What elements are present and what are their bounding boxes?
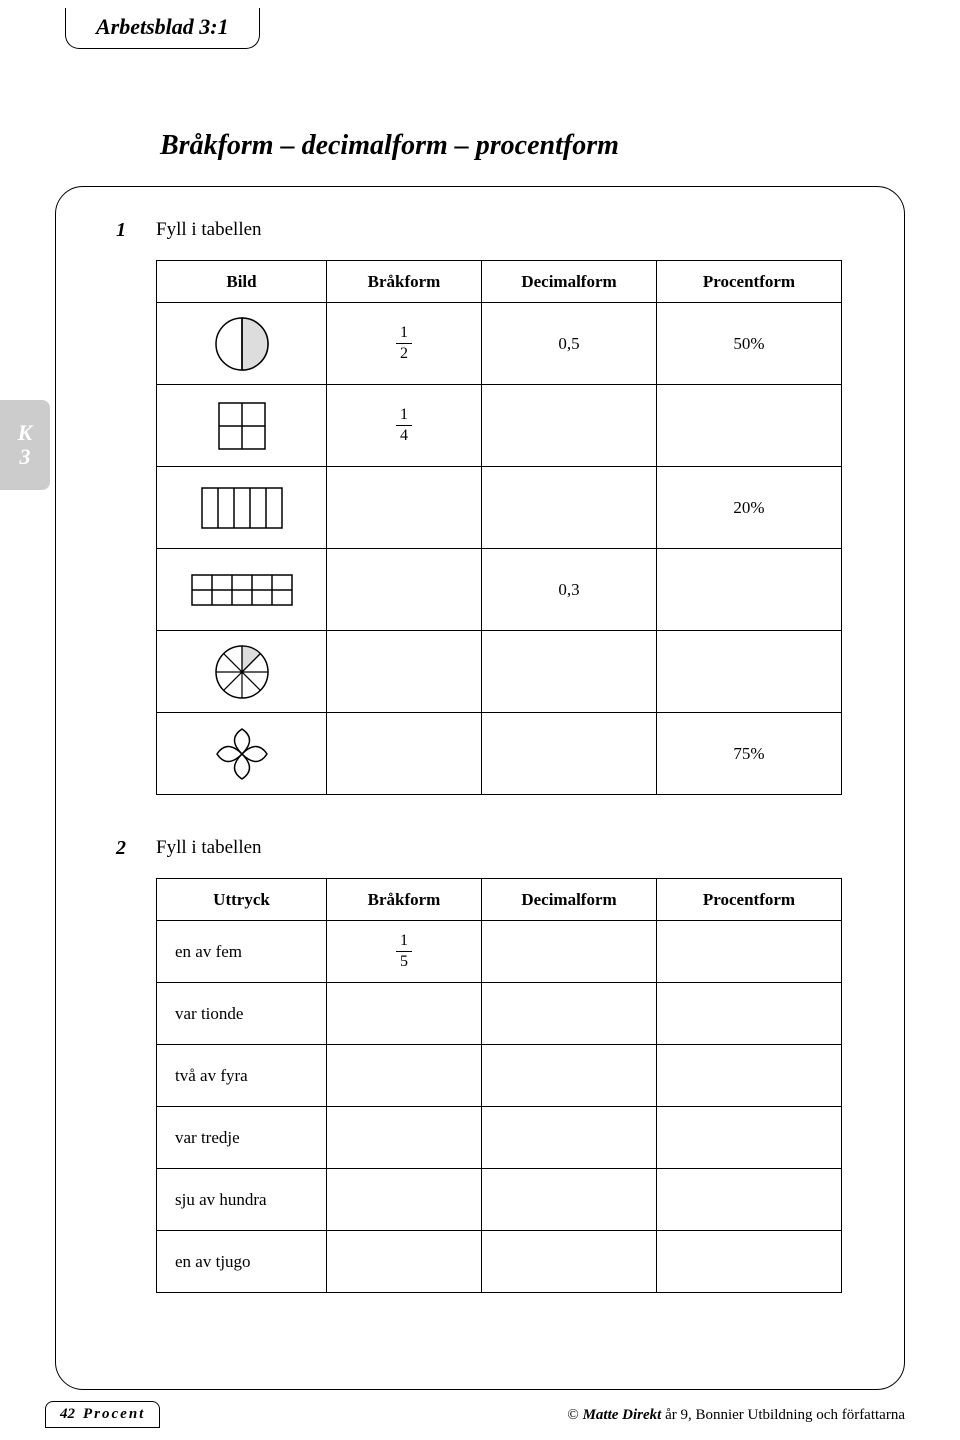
expression-cell: en av fem: [157, 921, 327, 983]
decimal-cell[interactable]: [482, 921, 657, 983]
image-cell: [157, 303, 327, 385]
table-1: Bild Bråkform Decimalform Procentform 12: [156, 260, 842, 795]
decimal-cell[interactable]: [482, 1169, 657, 1231]
fraction-cell[interactable]: [327, 1045, 482, 1107]
table-row: [157, 631, 842, 713]
fraction-cell[interactable]: [327, 1169, 482, 1231]
content-frame: 1 Fyll i tabellen Bild Bråkform Decimalf…: [55, 186, 905, 1390]
table-header-row: Bild Bråkform Decimalform Procentform: [157, 261, 842, 303]
page-number-tab: 42 Procent: [45, 1401, 160, 1428]
percent-cell[interactable]: [657, 385, 842, 467]
fraction-cell[interactable]: [327, 713, 482, 795]
side-tab-line1: K: [18, 421, 33, 445]
exercise-number: 2: [116, 835, 156, 860]
percent-cell[interactable]: 20%: [657, 467, 842, 549]
table-row: 14: [157, 385, 842, 467]
table-row: en av tjugo: [157, 1231, 842, 1293]
exercise-instruction: Fyll i tabellen: [156, 217, 262, 241]
section-name: Procent: [83, 1406, 145, 1423]
copyright-symbol: ©: [567, 1407, 582, 1423]
fraction-cell[interactable]: [327, 983, 482, 1045]
worksheet-header-tab: Arbetsblad 3:1: [65, 8, 260, 49]
expression-cell: var tredje: [157, 1107, 327, 1169]
col-header: Procentform: [657, 261, 842, 303]
table-row: sju av hundra: [157, 1169, 842, 1231]
table-2: Uttryck Bråkform Decimalform Procentform…: [156, 878, 842, 1293]
col-header: Decimalform: [482, 879, 657, 921]
decimal-cell[interactable]: 0,5: [482, 303, 657, 385]
expression-cell: två av fyra: [157, 1045, 327, 1107]
fraction-cell[interactable]: 14: [327, 385, 482, 467]
exercise-2: 2 Fyll i tabellen Uttryck Bråkform Decim…: [116, 835, 864, 1293]
fifths-rect-icon: [197, 483, 287, 533]
col-header: Bild: [157, 261, 327, 303]
tenths-grid-icon: [187, 570, 297, 610]
fraction-cell[interactable]: [327, 1231, 482, 1293]
four-petal-icon: [213, 725, 271, 783]
table-row: 20%: [157, 467, 842, 549]
table-header-row: Uttryck Bråkform Decimalform Procentform: [157, 879, 842, 921]
table-row: en av fem 15: [157, 921, 842, 983]
fraction-cell[interactable]: [327, 1107, 482, 1169]
percent-cell[interactable]: [657, 983, 842, 1045]
quarter-square-icon: [213, 397, 271, 455]
book-title: Matte Direkt: [583, 1407, 662, 1423]
decimal-cell[interactable]: [482, 1231, 657, 1293]
copyright-text: © Matte Direkt år 9, Bonnier Utbildning …: [567, 1407, 905, 1424]
exercise-1: 1 Fyll i tabellen Bild Bråkform Decimalf…: [116, 217, 864, 795]
decimal-cell[interactable]: [482, 1045, 657, 1107]
fraction-cell[interactable]: [327, 467, 482, 549]
image-cell: [157, 385, 327, 467]
decimal-cell[interactable]: 0,3: [482, 549, 657, 631]
fraction-cell[interactable]: 15: [327, 921, 482, 983]
table-row: 12 0,5 50%: [157, 303, 842, 385]
decimal-cell[interactable]: [482, 631, 657, 713]
decimal-cell[interactable]: [482, 713, 657, 795]
page-title: Bråkform – decimalform – procentform: [160, 130, 619, 162]
fraction-cell[interactable]: [327, 549, 482, 631]
table-row: var tredje: [157, 1107, 842, 1169]
percent-cell[interactable]: [657, 549, 842, 631]
percent-cell[interactable]: [657, 1169, 842, 1231]
col-header: Decimalform: [482, 261, 657, 303]
percent-cell[interactable]: 75%: [657, 713, 842, 795]
fraction-cell[interactable]: [327, 631, 482, 713]
exercise-instruction: Fyll i tabellen: [156, 835, 262, 859]
eighths-circle-icon: [213, 643, 271, 701]
half-circle-icon: [213, 315, 271, 373]
percent-cell[interactable]: [657, 1045, 842, 1107]
decimal-cell[interactable]: [482, 983, 657, 1045]
table-row: 0,3: [157, 549, 842, 631]
image-cell: [157, 713, 327, 795]
col-header: Uttryck: [157, 879, 327, 921]
chapter-side-tab: K 3: [0, 400, 50, 490]
decimal-cell[interactable]: [482, 1107, 657, 1169]
percent-cell[interactable]: [657, 921, 842, 983]
image-cell: [157, 467, 327, 549]
fraction-cell[interactable]: 12: [327, 303, 482, 385]
percent-cell[interactable]: [657, 1231, 842, 1293]
decimal-cell[interactable]: [482, 467, 657, 549]
exercise-number: 1: [116, 217, 156, 242]
col-header: Bråkform: [327, 879, 482, 921]
percent-cell[interactable]: [657, 1107, 842, 1169]
col-header: Procentform: [657, 879, 842, 921]
percent-cell[interactable]: 50%: [657, 303, 842, 385]
decimal-cell[interactable]: [482, 385, 657, 467]
copyright-details: år 9, Bonnier Utbildning och författarna: [661, 1407, 905, 1423]
table-row: 75%: [157, 713, 842, 795]
table-row: var tionde: [157, 983, 842, 1045]
side-tab-line2: 3: [20, 445, 31, 469]
expression-cell: var tionde: [157, 983, 327, 1045]
footer: 42 Procent © Matte Direkt år 9, Bonnier …: [0, 1398, 960, 1428]
table-row: två av fyra: [157, 1045, 842, 1107]
percent-cell[interactable]: [657, 631, 842, 713]
page-number: 42: [60, 1406, 75, 1423]
col-header: Bråkform: [327, 261, 482, 303]
image-cell: [157, 631, 327, 713]
expression-cell: en av tjugo: [157, 1231, 327, 1293]
expression-cell: sju av hundra: [157, 1169, 327, 1231]
image-cell: [157, 549, 327, 631]
